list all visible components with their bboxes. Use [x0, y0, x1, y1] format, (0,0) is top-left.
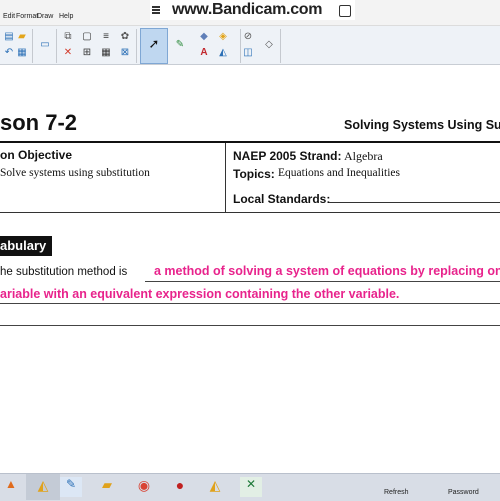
- menu-format[interactable]: Format: [16, 13, 38, 20]
- recording-watermark: www.Bandicam.com: [150, 0, 355, 20]
- smartboard-icon[interactable]: ◭: [32, 477, 54, 497]
- topics-value: Equations and Inequalities: [278, 167, 400, 179]
- excel-icon[interactable]: ✕: [240, 477, 262, 497]
- vocabulary-heading: abulary: [0, 236, 53, 256]
- naep-label: NAEP 2005 Strand:: [233, 149, 342, 163]
- record-app-icon[interactable]: ●: [169, 477, 191, 497]
- local-standards-label: Local Standards:: [233, 192, 331, 206]
- copy-icon[interactable]: ⧉: [61, 30, 75, 44]
- open-icon[interactable]: ▰: [15, 30, 29, 44]
- window-icon: [339, 5, 351, 17]
- table-icon[interactable]: ⊞: [80, 46, 94, 60]
- folder-icon[interactable]: ▰: [96, 477, 118, 497]
- eraser-icon[interactable]: ◆: [197, 30, 211, 44]
- smart-tools-icon[interactable]: ◭: [204, 477, 226, 497]
- select-tool-button[interactable]: ➚: [140, 28, 168, 64]
- screen-icon[interactable]: ▭: [38, 38, 52, 52]
- menu-draw[interactable]: Draw: [37, 13, 53, 20]
- undo-icon[interactable]: ↶: [2, 46, 16, 60]
- answer-line: [0, 325, 500, 326]
- taskbar-app-icon[interactable]: ▲: [0, 477, 22, 497]
- password-button[interactable]: Password: [448, 489, 479, 496]
- text-icon[interactable]: A: [197, 46, 211, 60]
- menu-icon: [152, 6, 160, 15]
- menu-help[interactable]: Help: [59, 13, 73, 20]
- align-icon[interactable]: ≡: [99, 30, 113, 44]
- select-icon: ➚: [148, 36, 160, 51]
- answer-line: [0, 303, 500, 304]
- objective-heading: on Objective: [0, 148, 73, 162]
- close-icon[interactable]: ⊠: [118, 46, 132, 60]
- naep-value: Algebra: [344, 149, 383, 163]
- delete-icon[interactable]: ✕: [61, 46, 75, 60]
- new-page-icon[interactable]: ▤: [2, 30, 16, 44]
- handwritten-definition-line-2: ariable with an equivalent expression co…: [0, 287, 400, 301]
- pen-icon[interactable]: ✎: [173, 38, 187, 52]
- lesson-title: son 7-2: [0, 110, 78, 135]
- shape-icon[interactable]: ◭: [216, 46, 230, 60]
- table-divider: [225, 143, 226, 212]
- local-standards-blank: [329, 202, 500, 203]
- fill-icon[interactable]: ◈: [216, 30, 230, 44]
- grid-icon[interactable]: ▦: [99, 46, 113, 60]
- objective-text: Solve systems using substitution: [0, 167, 150, 179]
- definition-lead: he substitution method is: [0, 266, 128, 278]
- clear-icon[interactable]: ◇: [262, 38, 276, 52]
- record-icon[interactable]: ◫: [241, 46, 255, 60]
- watermark-text: www.Bandicam.com: [172, 1, 323, 18]
- handwritten-definition-line-1: a method of solving a system of equation…: [154, 264, 500, 278]
- refresh-button[interactable]: Refresh: [384, 489, 409, 496]
- notebook-icon[interactable]: ✎: [60, 477, 82, 497]
- answer-line: [145, 281, 500, 282]
- save-icon[interactable]: ▦: [15, 46, 29, 60]
- topics-label: Topics:: [233, 167, 275, 181]
- page-icon[interactable]: ▢: [80, 30, 94, 44]
- menu-edit[interactable]: Edit: [3, 13, 15, 20]
- chrome-icon[interactable]: ◉: [133, 477, 155, 497]
- attach-icon[interactable]: ⊘: [241, 30, 255, 44]
- spell-icon[interactable]: ✿: [118, 30, 132, 44]
- lesson-subtitle: Solving Systems Using Su: [344, 118, 500, 132]
